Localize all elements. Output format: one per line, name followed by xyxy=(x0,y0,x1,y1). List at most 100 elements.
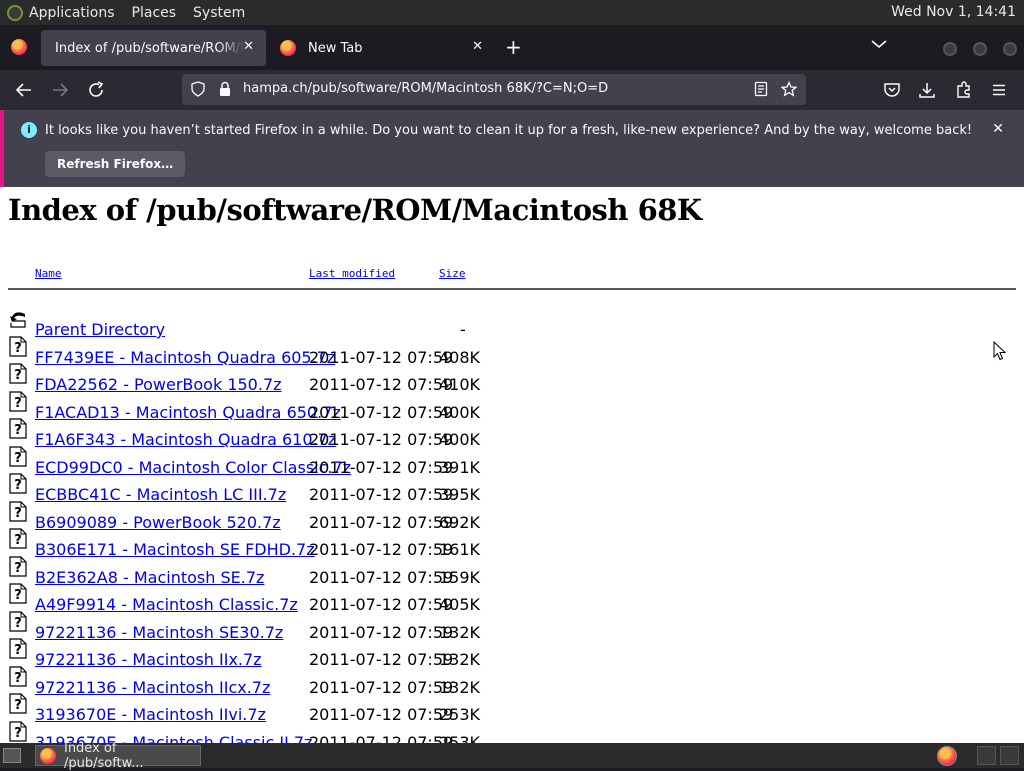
parent-size: - xyxy=(460,320,466,339)
svg-text:?: ? xyxy=(14,423,22,438)
file-size: 410K xyxy=(439,375,481,394)
bookmark-star-icon[interactable] xyxy=(781,81,797,97)
sort-by-size-link[interactable]: Size xyxy=(439,267,466,280)
url-bar[interactable]: hampa.ch/pub/software/ROM/Macintosh 68K/… xyxy=(182,74,806,105)
taskbar-firefox-window[interactable]: Index of /pub/softw... xyxy=(35,741,201,771)
info-icon: i xyxy=(21,122,37,138)
refresh-firefox-button[interactable]: Refresh Firefox… xyxy=(45,151,186,177)
listing-header: Name Last modified Size xyxy=(0,265,1024,285)
file-row: ? ECD99DC0 - Macintosh Color Classic.7z 20… xyxy=(0,445,1024,485)
back-arrow-folder-icon xyxy=(10,312,26,328)
parent-directory-row: Parent Directory - xyxy=(0,312,1024,347)
places-menu[interactable]: Places xyxy=(132,5,177,21)
applications-menu[interactable]: Applications xyxy=(29,5,115,21)
svg-text:?: ? xyxy=(14,671,22,686)
file-link[interactable]: ECBBC41C - Macintosh LC III.7z xyxy=(35,485,286,504)
file-date: 2011-07-12 07:59 xyxy=(309,650,454,669)
workspace-2[interactable] xyxy=(1000,746,1019,765)
unknown-file-icon: ? xyxy=(9,473,27,494)
file-link[interactable]: B2E362A8 - Macintosh SE.7z xyxy=(35,568,264,587)
top-panel: Applications Places System Wed Nov 1, 14… xyxy=(0,0,1024,25)
notification-message: It looks like you haven’t started Firefo… xyxy=(45,123,973,138)
lock-icon[interactable] xyxy=(217,81,233,97)
refresh-notification-bar: i It looks like you haven’t started Fire… xyxy=(0,110,1024,187)
sort-by-date-link[interactable]: Last modified xyxy=(309,267,395,280)
file-row: ? F1ACAD13 - Macintosh Quadra 650.7z 2011-… xyxy=(0,390,1024,430)
file-size: 692K xyxy=(439,512,481,532)
firefox-icon xyxy=(280,40,296,56)
parent-directory-link[interactable]: Parent Directory xyxy=(35,320,165,339)
file-date: 2011-07-12 07:59 xyxy=(309,430,454,449)
unknown-file-icon: ? xyxy=(9,500,27,522)
file-link[interactable]: 97221136 - Macintosh IIcx.7z xyxy=(35,678,270,697)
firefox-icon xyxy=(40,747,56,764)
file-link[interactable]: ECD99DC0 - Macintosh Color Classic.7z xyxy=(35,458,351,477)
file-size: 253K xyxy=(439,732,481,744)
sort-by-name-link[interactable]: Name xyxy=(35,267,62,280)
system-menu[interactable]: System xyxy=(193,5,245,21)
close-tab-icon[interactable]: ✕ xyxy=(243,39,254,54)
tab-new-tab[interactable]: New Tab ✕ xyxy=(270,30,495,66)
file-link[interactable]: 97221136 - Macintosh IIx.7z xyxy=(35,650,262,669)
mouse-cursor-icon xyxy=(993,341,1006,361)
page-content: Index of /pub/software/ROM/Macintosh 68K… xyxy=(0,187,1024,743)
reload-icon[interactable] xyxy=(86,80,106,100)
file-size: 408K xyxy=(439,347,481,367)
file-size: 132K xyxy=(439,677,481,697)
file-row: ? 97221136 - Macintosh SE30.7z 2011-07-12 … xyxy=(0,610,1024,650)
file-link[interactable]: F1A6F343 - Macintosh Quadra 610.7z xyxy=(35,430,336,449)
distro-logo-icon[interactable] xyxy=(7,4,23,21)
file-row: ? FDA22562 - PowerBook 150.7z 2011-07-12 0… xyxy=(0,363,1024,402)
extensions-icon[interactable] xyxy=(955,81,973,99)
unknown-file-icon: ? xyxy=(9,610,27,632)
minimize-button[interactable] xyxy=(943,42,957,56)
file-link[interactable]: B6909089 - PowerBook 520.7z xyxy=(35,513,281,532)
file-row: ? B306E171 - Macintosh SE FDHD.7z 2011-07-… xyxy=(0,528,1024,567)
maximize-button[interactable] xyxy=(973,42,987,56)
file-date: 2011-07-12 07:59 xyxy=(309,677,454,697)
file-link[interactable]: F1ACAD13 - Macintosh Quadra 650.7z xyxy=(35,403,341,422)
file-row: ? 97221136 - Macintosh IIcx.7z 2011-07-12 … xyxy=(0,665,1024,705)
svg-text:?: ? xyxy=(14,588,22,603)
firefox-view-icon[interactable] xyxy=(11,39,27,55)
downloads-icon[interactable] xyxy=(918,81,936,99)
file-date: 2011-07-12 07:59 xyxy=(309,595,454,614)
reader-view-icon[interactable] xyxy=(753,81,769,97)
tab-index-of[interactable]: Index of /pub/software/ROM/Macintosh 68K… xyxy=(41,30,266,66)
unknown-file-icon: ? xyxy=(9,693,27,714)
file-size: 405K xyxy=(439,595,481,614)
file-row: ? B2E362A8 - Macintosh SE.7z 2011-07-12 07… xyxy=(0,555,1024,595)
file-row: ? ECBBC41C - Macintosh LC III.7z 2011-07-1… xyxy=(0,473,1024,512)
file-date: 2011-07-12 07:59 xyxy=(309,512,454,532)
panel-clock[interactable]: Wed Nov 1, 14:41 xyxy=(891,4,1016,20)
hamburger-menu-icon[interactable] xyxy=(990,81,1008,99)
file-link[interactable]: 3193670E - Macintosh IIvi.7z xyxy=(35,705,266,724)
new-tab-plus-icon[interactable]: + xyxy=(505,35,522,59)
close-window-button[interactable] xyxy=(1003,42,1017,56)
file-link[interactable]: B306E171 - Macintosh SE FDHD.7z xyxy=(35,540,315,559)
file-link[interactable]: FF7439EE - Macintosh Quadra 605.7z xyxy=(35,348,335,367)
unknown-file-icon: ? xyxy=(9,665,27,687)
close-tab-icon[interactable]: ✕ xyxy=(472,39,483,54)
close-notification-icon[interactable]: ✕ xyxy=(992,121,1004,137)
file-link[interactable]: FDA22562 - PowerBook 150.7z xyxy=(35,375,282,394)
file-link[interactable]: 97221136 - Macintosh SE30.7z xyxy=(35,623,283,642)
svg-text:?: ? xyxy=(14,396,22,411)
file-link[interactable]: A49F9914 - Macintosh Classic.7z xyxy=(35,595,298,614)
file-size: 132K xyxy=(439,650,481,669)
unknown-file-icon: ? xyxy=(9,390,27,412)
workspace-1[interactable] xyxy=(977,746,996,765)
file-row: ? F1A6F343 - Macintosh Quadra 610.7z 2011-… xyxy=(0,418,1024,457)
unknown-file-icon: ? xyxy=(9,418,27,439)
file-row: ? FF7439EE - Macintosh Quadra 605.7z 2011-… xyxy=(0,335,1024,375)
header-divider xyxy=(8,288,1016,290)
svg-text:?: ? xyxy=(14,561,22,576)
pocket-icon[interactable] xyxy=(883,81,901,99)
shield-icon[interactable] xyxy=(190,81,206,97)
show-desktop-icon[interactable] xyxy=(3,748,21,763)
firefox-tray-icon[interactable] xyxy=(937,746,957,766)
back-arrow-icon[interactable] xyxy=(14,80,34,100)
chevron-down-icon[interactable] xyxy=(870,38,888,50)
url-text[interactable]: hampa.ch/pub/software/ROM/Macintosh 68K/… xyxy=(243,81,608,96)
forward-arrow-icon[interactable] xyxy=(50,80,70,100)
